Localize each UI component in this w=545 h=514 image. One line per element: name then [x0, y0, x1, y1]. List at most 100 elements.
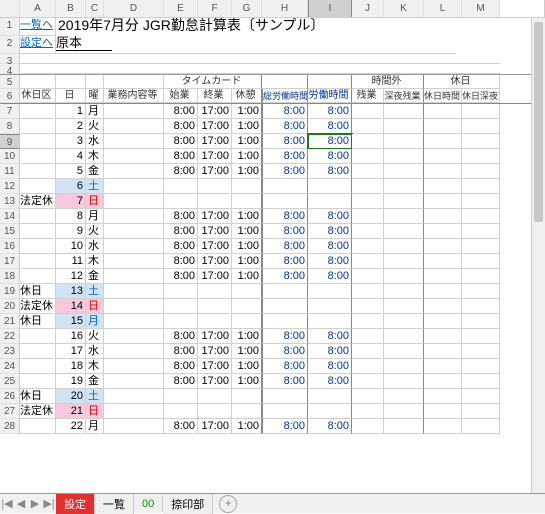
tab-nav-prev[interactable]: ◀ [14, 497, 28, 510]
cell-end[interactable] [198, 389, 232, 404]
row-27-head[interactable]: 27 [0, 404, 20, 419]
col-H[interactable]: H [262, 0, 308, 17]
cell-holku[interactable]: 法定休 [20, 194, 56, 209]
cell-start[interactable] [164, 284, 198, 299]
cell-hol-time[interactable] [424, 194, 462, 209]
cell-end[interactable]: 17:00 [198, 164, 232, 179]
cell-ot[interactable] [352, 314, 384, 329]
cell-work[interactable] [308, 404, 352, 419]
cell-late-ot[interactable] [384, 359, 424, 374]
col-E[interactable]: E [164, 0, 198, 17]
cell-end[interactable] [198, 299, 232, 314]
cell-weekday[interactable]: 月 [86, 419, 104, 434]
cell-ot[interactable] [352, 239, 384, 254]
cell-start[interactable]: 8:00 [164, 149, 198, 164]
cell-total[interactable]: 8:00 [262, 254, 308, 269]
row-15-head[interactable]: 15 [0, 224, 20, 239]
cell-weekday[interactable]: 木 [86, 254, 104, 269]
cell-weekday[interactable]: 月 [86, 209, 104, 224]
cell-ot[interactable] [352, 104, 384, 119]
cell-hol-time[interactable] [424, 344, 462, 359]
cell-end[interactable] [198, 284, 232, 299]
cell-hol-late[interactable] [462, 209, 500, 224]
cell-total[interactable]: 8:00 [262, 134, 308, 149]
cell-break[interactable] [232, 284, 262, 299]
cell-total[interactable]: 8:00 [262, 419, 308, 434]
cell-ot[interactable] [352, 164, 384, 179]
cell-hol-late[interactable] [462, 179, 500, 194]
cell-ot[interactable] [352, 419, 384, 434]
cell-holku[interactable]: 休日 [20, 314, 56, 329]
vertical-scrollbar[interactable] [531, 18, 545, 493]
cell-hol-time[interactable] [424, 224, 462, 239]
cell-day[interactable]: 3 [56, 134, 86, 149]
cell-day[interactable]: 15 [56, 314, 86, 329]
cell-content[interactable] [104, 299, 164, 314]
cell-break[interactable] [232, 179, 262, 194]
cell-holku[interactable] [20, 134, 56, 149]
tab-list[interactable]: 一覧 [95, 494, 134, 514]
cell-hol-late[interactable] [462, 149, 500, 164]
cell-ot[interactable] [352, 254, 384, 269]
cell-hol-late[interactable] [462, 389, 500, 404]
cell-ot[interactable] [352, 179, 384, 194]
cell-hol-time[interactable] [424, 314, 462, 329]
cell-late-ot[interactable] [384, 254, 424, 269]
cell-weekday[interactable]: 金 [86, 374, 104, 389]
row-1-head[interactable]: 1 [0, 18, 20, 36]
cell-weekday[interactable]: 火 [86, 224, 104, 239]
cell-holku[interactable] [20, 179, 56, 194]
cell-ot[interactable] [352, 284, 384, 299]
cell-break[interactable]: 1:00 [232, 149, 262, 164]
cell-weekday[interactable]: 日 [86, 404, 104, 419]
cell-content[interactable] [104, 149, 164, 164]
cell-content[interactable] [104, 359, 164, 374]
cell-day[interactable]: 16 [56, 329, 86, 344]
row-6-head[interactable]: 6 [0, 89, 20, 103]
cell-weekday[interactable]: 土 [86, 179, 104, 194]
col-F[interactable]: F [198, 0, 232, 17]
cell-weekday[interactable]: 土 [86, 389, 104, 404]
cell-late-ot[interactable] [384, 164, 424, 179]
cell-hol-time[interactable] [424, 404, 462, 419]
cell-content[interactable] [104, 194, 164, 209]
cell-start[interactable]: 8:00 [164, 164, 198, 179]
cell-holku[interactable] [20, 149, 56, 164]
cell-hol-late[interactable] [462, 194, 500, 209]
spreadsheet-grid[interactable]: 1 一覧へ 2019年7月分 JGR勤怠計算表〔サンプル〕 2 設定へ 原本 3… [0, 18, 545, 434]
cell-start[interactable]: 8:00 [164, 344, 198, 359]
scrollbar-thumb[interactable] [534, 22, 543, 222]
cell-late-ot[interactable] [384, 179, 424, 194]
cell-holku[interactable]: 休日 [20, 284, 56, 299]
tab-add-icon[interactable]: + [219, 495, 237, 513]
cell-total[interactable] [262, 314, 308, 329]
cell-end[interactable]: 17:00 [198, 224, 232, 239]
cell-ot[interactable] [352, 329, 384, 344]
cell-late-ot[interactable] [384, 269, 424, 284]
row-14-head[interactable]: 14 [0, 209, 20, 224]
tab-nav-next[interactable]: ▶ [28, 497, 42, 510]
cell-ot[interactable] [352, 404, 384, 419]
cell-break[interactable] [232, 314, 262, 329]
cell-late-ot[interactable] [384, 299, 424, 314]
cell-content[interactable] [104, 284, 164, 299]
cell-content[interactable] [104, 134, 164, 149]
cell-content[interactable] [104, 329, 164, 344]
row-13-head[interactable]: 13 [0, 194, 20, 209]
cell-work[interactable] [308, 299, 352, 314]
cell-late-ot[interactable] [384, 389, 424, 404]
cell-hol-time[interactable] [424, 374, 462, 389]
row-22-head[interactable]: 22 [0, 329, 20, 344]
cell-day[interactable]: 9 [56, 224, 86, 239]
cell-hol-late[interactable] [462, 224, 500, 239]
row-5-head[interactable]: 5 [0, 75, 20, 89]
cell-start[interactable]: 8:00 [164, 119, 198, 134]
cell-holku[interactable] [20, 119, 56, 134]
cell-content[interactable] [104, 119, 164, 134]
cell-holku[interactable] [20, 239, 56, 254]
row-12-head[interactable]: 12 [0, 179, 20, 194]
cell-holku[interactable] [20, 104, 56, 119]
cell-day[interactable]: 17 [56, 344, 86, 359]
cell-hol-late[interactable] [462, 314, 500, 329]
cell-total[interactable]: 8:00 [262, 149, 308, 164]
